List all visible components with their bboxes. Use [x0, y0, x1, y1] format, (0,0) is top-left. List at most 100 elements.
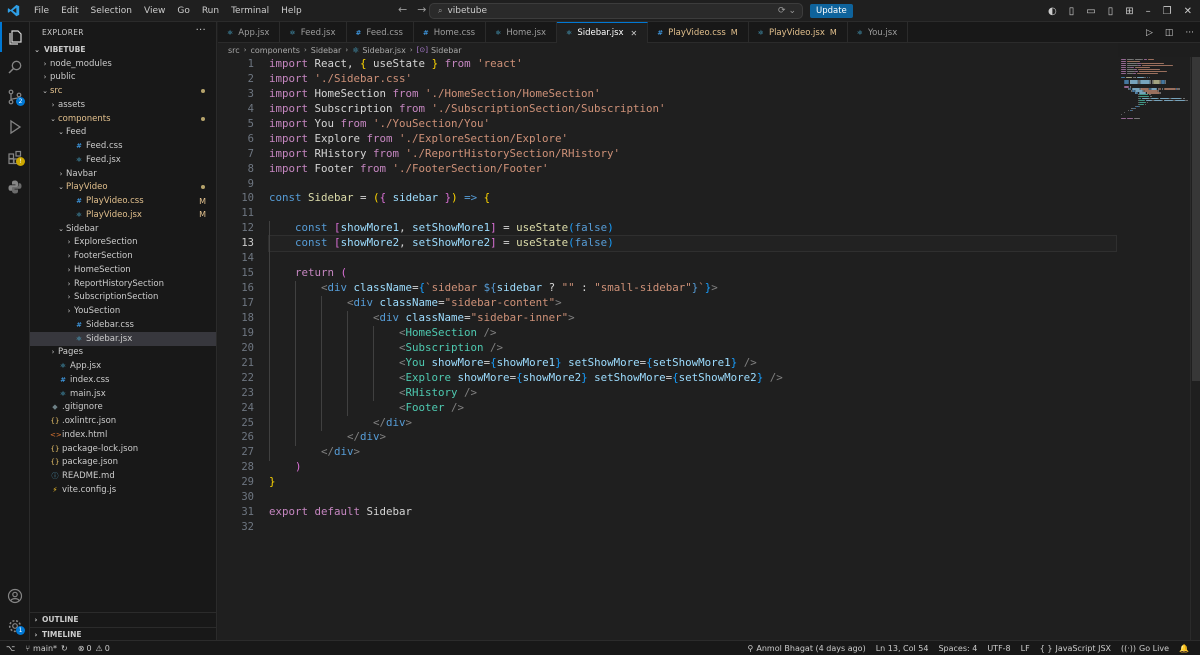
tab-home-jsx[interactable]: ⚛ Home.jsx	[486, 22, 558, 43]
folder-item[interactable]: ⌄ src	[30, 84, 216, 98]
file-item[interactable]: ⚛ Feed.jsx	[30, 153, 216, 167]
manage-gear-icon[interactable]: 1	[0, 611, 30, 641]
file-item[interactable]: ⚛ App.jsx	[30, 359, 216, 373]
problems-indicator[interactable]: ⊗ 0 ⚠ 0	[73, 644, 115, 653]
minimap[interactable]	[1117, 57, 1189, 640]
folder-item[interactable]: › ReportHistorySection	[30, 277, 216, 291]
code-line[interactable]: <div className="sidebar-content">	[269, 296, 1139, 311]
code-line[interactable]: return (	[269, 266, 1139, 281]
file-item[interactable]: ⚛ Sidebar.jsx	[30, 331, 216, 346]
code-line[interactable]: const Sidebar = ({ sidebar }) => {	[269, 191, 1139, 206]
code-line[interactable]: }	[269, 475, 1139, 490]
breadcrumb-item[interactable]: Sidebar	[311, 46, 342, 55]
code-line[interactable]: import You from './YouSection/You'	[269, 117, 1139, 132]
file-item[interactable]: ⚛ main.jsx	[30, 387, 216, 401]
code-line[interactable]: <div className={`sidebar ${sidebar ? "" …	[269, 281, 1139, 296]
encoding[interactable]: UTF-8	[982, 644, 1015, 653]
code-line[interactable]: <Explore showMore={showMore2} setShowMor…	[269, 371, 1139, 386]
code-line[interactable]: <RHistory />	[269, 386, 1139, 401]
end-of-line[interactable]: LF	[1016, 644, 1035, 653]
account-icon[interactable]	[0, 581, 30, 611]
folder-item[interactable]: › YouSection	[30, 304, 216, 318]
code-line[interactable]: <You showMore={showMore1} setShowMore={s…	[269, 356, 1139, 371]
code-line[interactable]	[269, 177, 1139, 192]
code-editor[interactable]: 1 2 3 4 5 6 7 8 9 10 11 12 13 14 15 16 17 18 19 20 21 22 23 24 2…	[218, 57, 1200, 640]
menu-item-selection[interactable]: Selection	[85, 0, 138, 22]
close-icon[interactable]: ✕	[1184, 6, 1192, 17]
layout-icon[interactable]: ⊞	[1125, 6, 1133, 17]
command-center[interactable]: ⌕ vibetube ⟳ ⌄	[429, 3, 803, 19]
scrollbar-thumb[interactable]	[1192, 57, 1200, 381]
vertical-scrollbar[interactable]	[1190, 57, 1200, 640]
back-arrow-icon[interactable]: ←	[398, 3, 407, 16]
code-line[interactable]: <Subscription />	[269, 341, 1139, 356]
tab-feed-css[interactable]: # Feed.css	[347, 22, 414, 43]
folder-item[interactable]: ⌄ Sidebar	[30, 222, 216, 236]
code-line[interactable]	[269, 251, 1139, 266]
file-item[interactable]: # PlayVideo.css M	[30, 194, 216, 208]
file-item[interactable]: {} package-lock.json	[30, 442, 216, 456]
code-line[interactable]: import RHistory from './ReportHistorySec…	[269, 147, 1139, 162]
menu-item-go[interactable]: Go	[171, 0, 195, 22]
folder-item[interactable]: ⌄ Feed	[30, 126, 216, 140]
toggle-sidebar-icon[interactable]: ▯	[1069, 6, 1075, 17]
tab-feed-jsx[interactable]: ⚛ Feed.jsx	[280, 22, 347, 43]
code-line[interactable]: </div>	[269, 445, 1139, 460]
code-line[interactable]	[269, 490, 1139, 505]
folder-item[interactable]: › HomeSection	[30, 263, 216, 277]
code-line[interactable]: <div className="sidebar-inner">	[269, 311, 1139, 326]
code-line[interactable]: const [showMore1, setShowMore1] = useSta…	[269, 221, 1139, 236]
code-line[interactable]: import Subscription from './Subscription…	[269, 102, 1139, 117]
code-line[interactable]: export default Sidebar	[269, 505, 1139, 520]
breadcrumb-item[interactable]: src	[228, 46, 240, 55]
tab-home-css[interactable]: # Home.css	[414, 22, 487, 43]
file-item[interactable]: # Feed.css	[30, 139, 216, 153]
more-actions-icon[interactable]: ···	[196, 25, 206, 36]
notifications-icon[interactable]: 🔔	[1174, 644, 1194, 653]
tab-sidebar-jsx[interactable]: ⚛ Sidebar.jsx ✕	[557, 22, 649, 43]
forward-arrow-icon[interactable]: →	[417, 3, 426, 16]
git-blame[interactable]: ⚲ Anmol Bhagat (4 days ago)	[743, 644, 871, 653]
tab-playvideo-css[interactable]: # PlayVideo.css M	[648, 22, 749, 43]
code-line[interactable]: <Footer />	[269, 401, 1139, 416]
cursor-position[interactable]: Ln 13, Col 54	[871, 644, 934, 653]
code-line[interactable]: import './Sidebar.css'	[269, 72, 1139, 87]
file-item[interactable]: {} package.json	[30, 456, 216, 470]
code-area[interactable]: import React, { useState } from 'react' i…	[268, 57, 1139, 535]
file-item[interactable]: ◆ .gitignore	[30, 401, 216, 415]
run-debug-icon[interactable]	[0, 112, 30, 142]
menu-item-file[interactable]: File	[28, 0, 55, 22]
file-item[interactable]: <> index.html	[30, 428, 216, 442]
folder-item[interactable]: › Pages	[30, 346, 216, 360]
code-line[interactable]: import Explore from './ExploreSection/Ex…	[269, 132, 1139, 147]
search-icon[interactable]	[0, 52, 30, 82]
file-item[interactable]: {} .oxlintrc.json	[30, 414, 216, 428]
run-icon[interactable]: ▷	[1146, 28, 1153, 38]
code-line[interactable]: import HomeSection from './HomeSection/H…	[269, 87, 1139, 102]
code-line[interactable]: </div>	[269, 416, 1139, 431]
code-line[interactable]: import React, { useState } from 'react'	[269, 57, 1139, 72]
split-editor-icon[interactable]: ◫	[1165, 28, 1174, 38]
tab-app-jsx[interactable]: ⚛ App.jsx	[218, 22, 281, 43]
breadcrumb-item[interactable]: Sidebar	[431, 46, 462, 55]
extensions-icon[interactable]: !	[0, 142, 30, 172]
folder-item[interactable]: › node_modules	[30, 57, 216, 71]
breadcrumb-item[interactable]: components	[251, 46, 300, 55]
tab-you-jsx[interactable]: ⚛ You.jsx	[848, 22, 909, 43]
remote-indicator[interactable]: ⌥	[0, 644, 20, 653]
accounts-icon[interactable]: ◐	[1048, 6, 1057, 17]
folder-item[interactable]: › ExploreSection	[30, 236, 216, 250]
code-line[interactable]: import Footer from './FooterSection/Foot…	[269, 162, 1139, 177]
menu-item-help[interactable]: Help	[275, 0, 308, 22]
folder-item[interactable]: ⌄ components	[30, 112, 216, 126]
code-line[interactable]: )	[269, 460, 1139, 475]
file-item[interactable]: ⓘ README.md	[30, 469, 216, 483]
explorer-icon[interactable]	[0, 22, 30, 52]
branch-indicator[interactable]: ⑂ main* ↻	[20, 644, 73, 653]
folder-item[interactable]: › assets	[30, 98, 216, 112]
minimize-icon[interactable]: –	[1146, 6, 1151, 17]
outline-section[interactable]: › OUTLINE	[30, 612, 216, 626]
file-item[interactable]: ⚛ PlayVideo.jsx M	[30, 208, 216, 222]
folder-item[interactable]: › Navbar	[30, 167, 216, 181]
language-mode[interactable]: { } JavaScript JSX	[1035, 644, 1116, 653]
